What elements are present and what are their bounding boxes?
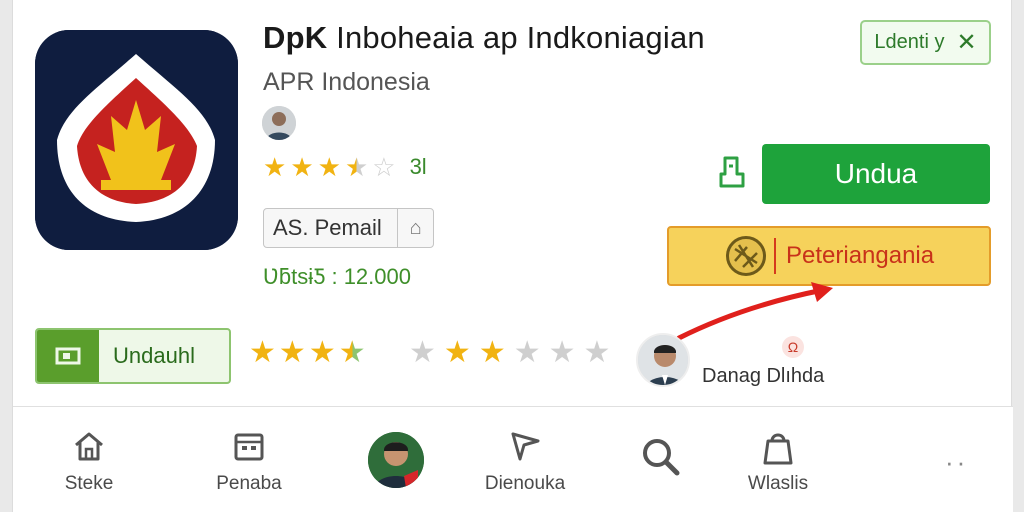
reviewer-name: Danag Dlıhda — [702, 365, 825, 387]
promo-label: Peteriangania — [786, 242, 935, 269]
developer-name[interactable]: APR Indonesia — [263, 68, 430, 97]
more-icon[interactable]: ·· — [945, 447, 968, 478]
app-title: DpK Inboheaia ap Indkoniagian — [263, 20, 705, 56]
nav-item-calendar[interactable]: Penaba — [209, 407, 289, 512]
rating-count: 3l — [409, 154, 427, 179]
share-icon[interactable] — [715, 154, 749, 190]
star-icon: ★ — [478, 336, 506, 369]
app-title-rest: Inboheaia ap Indkoniagian — [327, 20, 705, 55]
nav-label: Wlaslis — [747, 473, 809, 494]
nav-item-search[interactable] — [631, 407, 691, 512]
app-title-prefix: DpK — [263, 20, 328, 55]
identity-label: Ldenti y — [874, 31, 945, 53]
arrow-annotation — [676, 282, 833, 341]
rating-stars-b[interactable]: ★ ★ ★ ★ ★ ★ — [409, 338, 610, 368]
nav-label: Penaba — [216, 473, 282, 494]
star-icon: ★ — [409, 336, 436, 369]
star-icon: ★ — [249, 336, 276, 369]
promo-divider — [774, 238, 776, 274]
close-icon[interactable]: ✕ — [956, 28, 976, 57]
star-icon: ☆ — [372, 152, 396, 182]
bottom-nav: Steke Penaba Dienouka Wlaslis ·· — [13, 406, 1013, 512]
nav-item-bag[interactable]: Wlaslis — [738, 407, 818, 512]
identity-button[interactable]: Ldenti y ✕ — [860, 20, 991, 65]
home-icon — [75, 432, 103, 461]
star-icon: ★ — [583, 336, 611, 369]
install-button[interactable]: Undua — [762, 144, 990, 204]
download-icon — [37, 330, 99, 382]
star-icon: ★ — [308, 336, 336, 369]
star-icon: ★ — [443, 336, 471, 369]
nav-item-send[interactable]: Dienouka — [475, 407, 575, 512]
reviewer-avatar[interactable] — [636, 333, 690, 387]
half-star-icon: ★ — [344, 152, 369, 182]
badge-icon — [726, 236, 766, 276]
nav-item-profile-avatar[interactable] — [368, 432, 424, 488]
star-icon: ★ — [317, 152, 341, 182]
star-icon: ★ — [548, 336, 576, 369]
install-label: Undua — [834, 158, 918, 189]
calendar-icon — [234, 433, 264, 461]
bag-icon — [763, 433, 793, 465]
app-logo-icon — [35, 30, 238, 250]
nav-label: Steke — [64, 473, 114, 494]
star-icon: ★ — [278, 336, 306, 369]
star-icon: ★ — [513, 336, 541, 369]
downloads-count: ƲƃtsɨƼ : 12.000 — [263, 264, 411, 289]
rating-stars-a[interactable]: ★ ★ ★ ★ — [249, 338, 366, 368]
nav-item-home[interactable]: Steke — [51, 407, 127, 512]
get-label: Undauhl — [113, 343, 195, 368]
app-icon — [35, 30, 238, 250]
developer-avatar[interactable] — [262, 106, 296, 140]
star-icon: ★ — [263, 152, 287, 182]
half-star-icon: ★ — [338, 336, 366, 369]
app-detail-card: DpK Inboheaia ap Indkoniagian APR Indone… — [12, 0, 1013, 512]
category-label: AS. Pemail — [273, 215, 382, 240]
search-icon — [643, 439, 680, 476]
home-icon: ⌂ — [397, 209, 433, 247]
get-button[interactable]: Undauhl — [35, 328, 231, 384]
category-chip[interactable]: AS. Pemail ⌂ — [263, 208, 434, 248]
star-icon: ★ — [290, 152, 314, 182]
send-icon — [511, 432, 540, 461]
report-icon[interactable]: Ω — [782, 336, 804, 358]
app-rating: ★ ★ ★ ★ ☆ 3l — [263, 154, 427, 180]
nav-label: Dienouka — [484, 473, 566, 494]
